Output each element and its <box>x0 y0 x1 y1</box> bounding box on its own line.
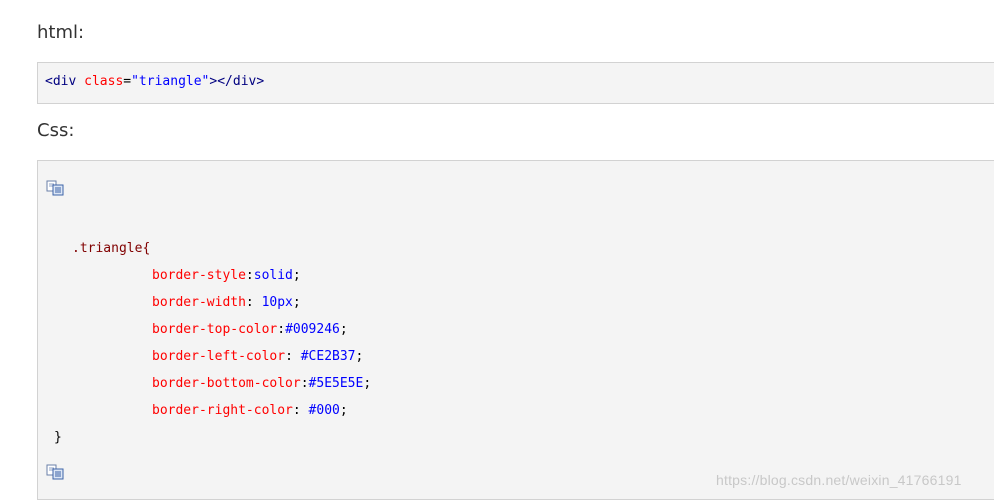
css-value: #009246 <box>285 322 340 337</box>
css-terminator: ; <box>339 403 348 418</box>
css-rule-line: border-left-color: #CE2B37; <box>152 349 363 365</box>
css-closing-brace: } <box>54 430 62 445</box>
code-tag-close: ></div> <box>209 74 265 89</box>
css-rule-line: border-style:solid; <box>152 268 301 284</box>
css-value: 10px <box>261 295 293 310</box>
html-code-line: <div class="triangle"></div> <box>45 74 264 90</box>
css-property: border-style <box>152 268 246 283</box>
copy-icon[interactable] <box>46 180 66 196</box>
css-property: border-bottom-color <box>152 376 301 391</box>
css-value: #000 <box>308 403 340 418</box>
css-rule-line: border-width: 10px; <box>152 295 301 311</box>
css-separator: : <box>277 322 286 337</box>
copy-icon[interactable] <box>46 464 66 480</box>
css-property: border-top-color <box>152 322 278 337</box>
code-equals: = <box>123 74 132 89</box>
css-separator: : <box>245 268 254 283</box>
css-separator: : <box>285 349 301 364</box>
css-value: solid <box>253 268 293 283</box>
css-terminator: ; <box>339 322 348 337</box>
css-property: border-right-color <box>152 403 293 418</box>
html-heading: html: <box>37 22 85 43</box>
code-tag-open: <div <box>45 74 77 89</box>
code-attr-value: "triangle" <box>131 74 210 89</box>
css-rule-line: border-bottom-color:#5E5E5E; <box>152 376 371 392</box>
css-rule-line: border-top-color:#009246; <box>152 322 348 338</box>
css-code-block: .triangle{ border-style:solid; border-wi… <box>37 160 994 500</box>
css-property: border-width <box>152 295 246 310</box>
css-heading: Css: <box>37 120 75 141</box>
css-separator: : <box>300 376 309 391</box>
code-attr-name: class <box>84 74 124 89</box>
css-separator: : <box>245 295 262 310</box>
css-property: border-left-color <box>152 349 286 364</box>
css-terminator: ; <box>363 376 372 391</box>
css-selector: .triangle{ <box>72 241 151 256</box>
css-value: #5E5E5E <box>308 376 364 391</box>
css-separator: : <box>292 403 309 418</box>
css-rule-line: border-right-color: #000; <box>152 403 348 419</box>
watermark: https://blog.csdn.net/weixin_41766191 <box>716 472 962 488</box>
css-value: #CE2B37 <box>300 349 356 364</box>
page: html: <div class="triangle"></div> Css: … <box>0 0 994 501</box>
css-terminator: ; <box>292 295 301 310</box>
css-terminator: ; <box>292 268 301 283</box>
css-terminator: ; <box>355 349 364 364</box>
html-code-block: <div class="triangle"></div> <box>37 62 994 104</box>
